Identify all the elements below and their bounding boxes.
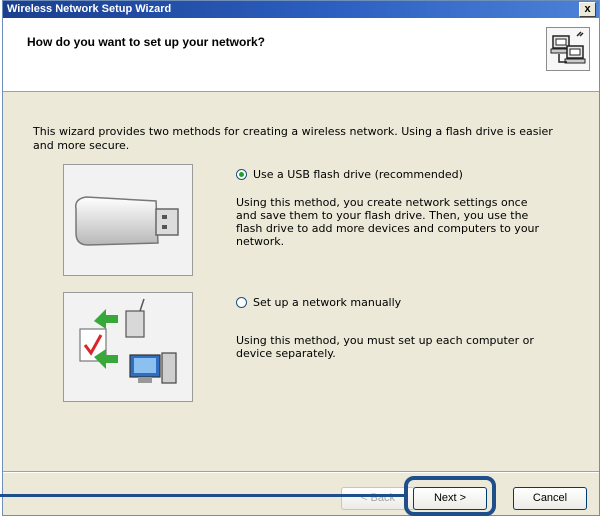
- option-usb-flash-drive[interactable]: Use a USB flash drive (recommended): [236, 168, 463, 181]
- intro-text: This wizard provides two methods for cre…: [33, 125, 553, 152]
- manual-option-radio[interactable]: [236, 297, 247, 308]
- usb-flash-drive-illustration: [63, 164, 193, 276]
- page-title: How do you want to set up your network?: [27, 35, 266, 49]
- close-button[interactable]: x: [579, 2, 596, 17]
- manual-option-description: Using this method, you must set up each …: [236, 334, 534, 360]
- wizard-window: Wireless Network Setup Wizard x How do y…: [2, 0, 600, 516]
- window-title: Wireless Network Setup Wizard: [7, 3, 172, 15]
- usb-option-radio[interactable]: [236, 169, 247, 180]
- next-button-callout-highlight: [404, 476, 496, 516]
- cancel-button[interactable]: Cancel: [513, 487, 587, 510]
- network-computers-icon: [546, 27, 590, 71]
- usb-flash-drive-icon: [74, 196, 179, 246]
- usb-option-label[interactable]: Use a USB flash drive (recommended): [253, 168, 463, 181]
- manual-setup-icon: [79, 298, 177, 384]
- manual-setup-illustration: [63, 292, 193, 402]
- usb-option-description: Using this method, you create network se…: [236, 196, 540, 248]
- footer-divider: [3, 471, 599, 473]
- option-manual-setup[interactable]: Set up a network manually: [236, 296, 401, 309]
- callout-pointer-line: [0, 494, 404, 497]
- manual-option-label[interactable]: Set up a network manually: [253, 296, 401, 309]
- title-bar[interactable]: Wireless Network Setup Wizard x: [3, 1, 599, 18]
- wizard-header: How do you want to set up your network?: [3, 18, 599, 92]
